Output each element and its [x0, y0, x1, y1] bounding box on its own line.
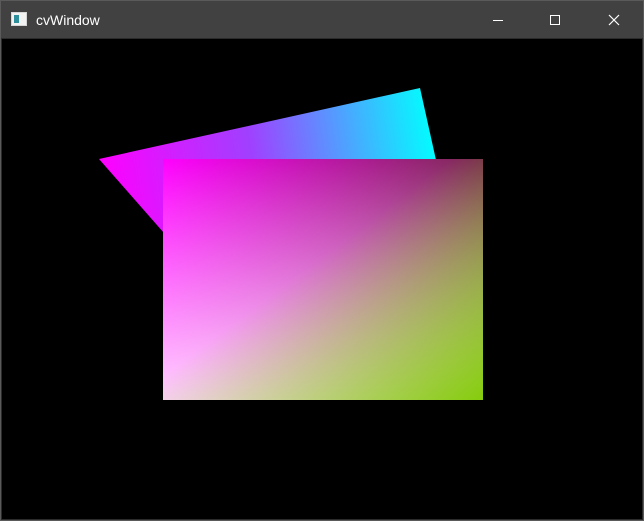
- window-title: cvWindow: [36, 12, 100, 28]
- minimize-button[interactable]: [475, 1, 521, 38]
- app-window-icon: [11, 12, 27, 26]
- image-canvas: [2, 39, 642, 519]
- title-bar[interactable]: cvWindow: [1, 1, 643, 38]
- maximize-button[interactable]: [532, 1, 578, 38]
- rendered-image: [99, 88, 483, 400]
- gradient-rectangle: [163, 159, 483, 400]
- minimize-icon: [493, 19, 503, 21]
- close-button[interactable]: [591, 1, 637, 38]
- close-icon: [608, 14, 620, 25]
- maximize-icon: [550, 14, 560, 25]
- cv-window: cvWindow: [0, 0, 644, 521]
